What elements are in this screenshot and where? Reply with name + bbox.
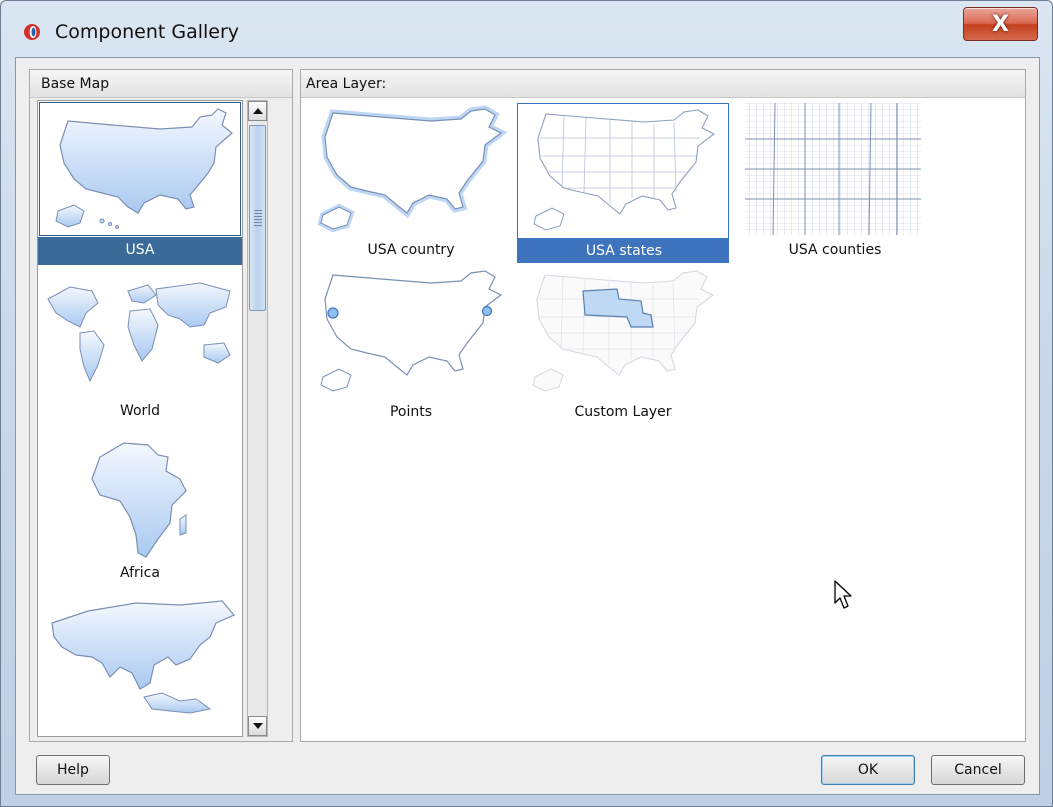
- usa-country-outline-icon: [317, 105, 508, 233]
- base-map-label: USA: [125, 242, 155, 258]
- area-layer-item-custom-layer[interactable]: Custom Layer: [517, 265, 729, 425]
- arrow-up-icon: [253, 108, 263, 114]
- area-layer-label: USA counties: [788, 242, 882, 258]
- africa-map-icon: [91, 442, 187, 558]
- world-map-icon: [47, 282, 231, 383]
- base-map-header: Base Map: [30, 70, 292, 98]
- base-map-scrollbar[interactable]: [247, 100, 268, 737]
- area-layer-item-usa-states[interactable]: USA states: [517, 103, 729, 263]
- area-layer-label: USA states: [585, 243, 663, 259]
- help-button[interactable]: Help: [36, 755, 110, 785]
- base-map-list[interactable]: USA World Africa: [37, 100, 243, 737]
- mouse-pointer-icon: [834, 580, 852, 609]
- cancel-button-label: Cancel: [954, 762, 1002, 778]
- grip-icon: [254, 210, 262, 228]
- usa-counties-map-icon: [745, 103, 921, 235]
- area-layer-header-label: Area Layer:: [306, 76, 387, 92]
- area-layer-item-points[interactable]: Points: [305, 265, 517, 425]
- area-layer-header: Area Layer:: [301, 70, 1025, 98]
- cancel-button[interactable]: Cancel: [931, 755, 1025, 785]
- base-map-item-asia[interactable]: [38, 591, 242, 736]
- area-layer-label: Points: [389, 404, 433, 420]
- scrollbar-thumb[interactable]: [249, 125, 266, 311]
- usa-points-map-icon: [320, 270, 503, 392]
- area-layer-label: Custom Layer: [574, 404, 672, 420]
- component-gallery-window: Component Gallery X Base Map USA World A…: [0, 0, 1053, 807]
- base-map-label: World: [119, 403, 161, 419]
- usa-states-map-icon: [533, 109, 716, 231]
- base-map-panel: Base Map USA World Africa: [29, 69, 293, 742]
- scroll-down-button[interactable]: [248, 716, 267, 736]
- base-map-item-usa[interactable]: USA: [38, 101, 242, 265]
- scroll-up-button[interactable]: [248, 101, 267, 121]
- base-map-header-label: Base Map: [41, 76, 110, 92]
- base-map-item-africa[interactable]: Africa: [38, 429, 242, 593]
- asia-map-icon: [51, 600, 235, 714]
- arrow-down-icon: [253, 723, 263, 729]
- area-layer-item-usa-counties[interactable]: USA counties: [729, 103, 941, 263]
- app-logo-icon: [24, 24, 40, 40]
- title-bar[interactable]: Component Gallery X: [1, 1, 1052, 63]
- area-layer-panel: Area Layer: USA country USA states USA c…: [300, 69, 1026, 742]
- usa-map-icon: [55, 108, 233, 229]
- close-button[interactable]: X: [963, 7, 1038, 41]
- ok-button[interactable]: OK: [821, 755, 915, 785]
- base-map-item-world[interactable]: World: [38, 267, 242, 431]
- help-button-label: Help: [57, 762, 89, 778]
- area-layer-label: USA country: [367, 242, 455, 258]
- close-icon: X: [992, 11, 1009, 37]
- area-layer-item-usa-country[interactable]: USA country: [305, 103, 517, 263]
- custom-layer-map-icon: [532, 270, 715, 392]
- window-title: Component Gallery: [55, 21, 240, 43]
- ok-button-label: OK: [857, 762, 879, 778]
- dialog-client-area: Base Map USA World Africa Area Layer: US…: [15, 57, 1040, 795]
- base-map-label: Africa: [120, 565, 160, 581]
